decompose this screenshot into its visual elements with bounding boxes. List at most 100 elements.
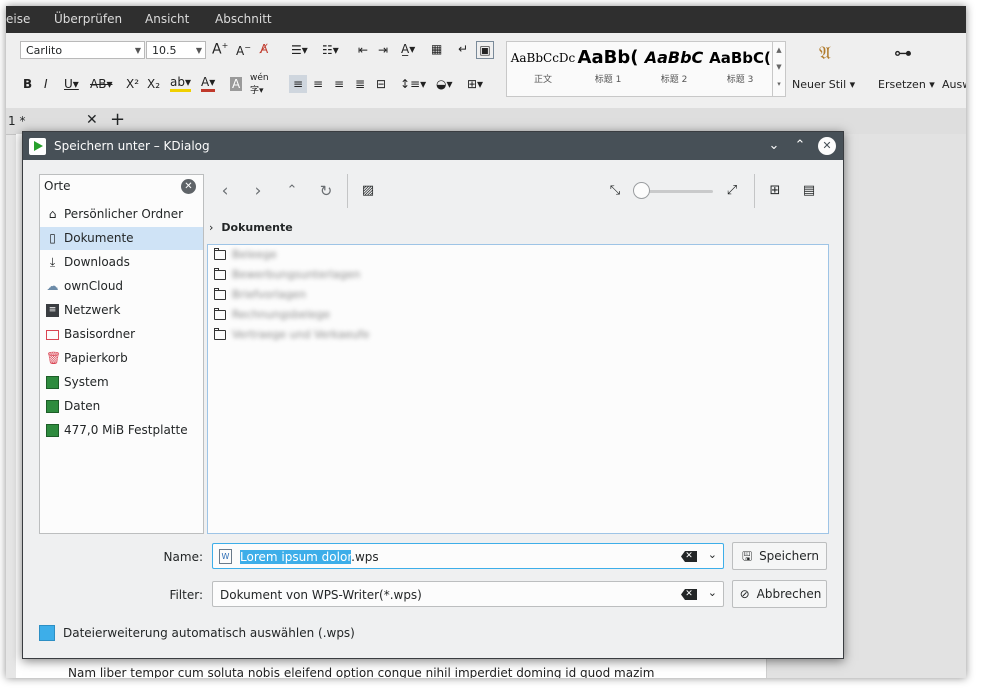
menu-item-review[interactable]: Überprüfen	[54, 12, 122, 26]
preview-icon[interactable]: ▨	[357, 180, 379, 202]
document-tab[interactable]: 1 *	[8, 114, 25, 128]
forward-icon[interactable]: ›	[247, 180, 269, 202]
clear-text-icon[interactable]: ✕	[681, 589, 697, 600]
breadcrumb-item[interactable]: Dokumente	[221, 221, 292, 234]
align-left-icon[interactable]: ≡	[289, 75, 307, 93]
cancel-button-label: Abbrechen	[756, 587, 822, 601]
style-heading-1[interactable]: AaBb( 标题 1	[577, 44, 639, 92]
close-tab-icon[interactable]: ✕	[86, 112, 98, 128]
align-justify-icon[interactable]: ≣	[355, 75, 365, 93]
new-style-button[interactable]: Neuer Stil ▾	[792, 78, 855, 91]
style-normal[interactable]: AaBbCcDc 正文	[510, 44, 576, 92]
place-network[interactable]: ≡ Netzwerk	[40, 299, 203, 322]
place-downloads[interactable]: ⤓ Downloads	[40, 251, 203, 274]
options-icon[interactable]: ▤	[798, 180, 820, 202]
minimize-icon[interactable]: ⌄	[765, 137, 783, 155]
font-name-combo[interactable]: Carlito ▼	[20, 41, 145, 59]
zoom-slider[interactable]	[633, 182, 713, 199]
phonetic-guide-icon[interactable]: wén 字▾	[250, 73, 269, 96]
menu-item-view[interactable]: Ansicht	[145, 12, 189, 26]
indent-icon[interactable]: ⇥	[378, 43, 388, 57]
superscript-icon[interactable]: X²	[126, 77, 139, 91]
place-label: Downloads	[64, 255, 130, 269]
save-button[interactable]: 🖫 Speichern	[732, 542, 827, 570]
auto-extension-checkbox[interactable]	[39, 625, 55, 641]
bullet-list-icon[interactable]: ☰▾	[291, 43, 308, 57]
chevron-down-icon[interactable]: ⌄	[708, 586, 717, 599]
paragraph-marks-icon[interactable]: ▣	[476, 41, 494, 59]
menu-item-partial[interactable]: eise	[6, 12, 30, 26]
table-icon[interactable]: ▦	[431, 42, 442, 56]
text-direction-icon[interactable]: A̲▾	[401, 42, 415, 56]
place-system[interactable]: System	[40, 371, 203, 394]
strikethrough-icon[interactable]: AB▾	[90, 77, 112, 91]
list-item[interactable]: Beleege	[212, 246, 512, 266]
grow-font-icon[interactable]: A+	[212, 41, 228, 58]
zoom-in-icon[interactable]: ⤢	[721, 180, 743, 202]
list-item[interactable]: Rechnungsbelege	[212, 306, 512, 326]
maximize-icon[interactable]: ⌃	[791, 137, 809, 155]
place-documents[interactable]: ▯ Dokumente	[40, 227, 203, 250]
zoom-slider-handle[interactable]	[633, 182, 650, 199]
numbered-list-icon[interactable]: ☷▾	[322, 43, 339, 57]
align-right-icon[interactable]: ≡	[334, 75, 344, 93]
back-icon[interactable]: ‹	[214, 180, 236, 202]
clear-format-icon[interactable]: A̸	[260, 42, 268, 56]
place-trash[interactable]: 🗑 Papierkorb	[40, 347, 203, 370]
cancel-button[interactable]: ⊘ Abbrechen	[732, 580, 827, 608]
font-size-combo[interactable]: 10.5 ▼	[146, 41, 206, 59]
list-item[interactable]: Briefvorlagen	[212, 286, 512, 306]
place-label: 477,0 MiB Festplatte	[64, 423, 188, 437]
drive-icon	[46, 376, 59, 389]
filename-field[interactable]: W Lorem ipsum dolor.wps ✕ ⌄	[212, 543, 724, 569]
font-size-value: 10.5	[152, 44, 177, 57]
style-sample: AaBbC	[644, 48, 704, 67]
replace-button[interactable]: Ersetzen ▾	[878, 78, 935, 91]
italic-icon[interactable]: I	[44, 77, 48, 91]
file-list[interactable]: Beleege Bewerbungsunterlagen Briefvorlag…	[207, 244, 829, 534]
close-icon[interactable]: ✕	[818, 137, 836, 155]
hide-places-icon[interactable]: ✕	[181, 179, 196, 194]
reload-icon[interactable]: ↻	[315, 180, 337, 202]
clear-text-icon[interactable]: ✕	[681, 551, 697, 562]
folder-icon	[214, 308, 226, 320]
styles-scroll-icon[interactable]: ▲ ▼ ▾	[772, 42, 785, 96]
menu-item-section[interactable]: Abschnitt	[215, 12, 272, 26]
list-item[interactable]: Bewerbungsunterlagen	[212, 266, 512, 286]
list-item[interactable]: Vertraege und Verkaeufe	[212, 326, 512, 346]
new-folder-icon[interactable]: ⊞	[764, 180, 786, 202]
style-heading-3[interactable]: AaBbC( 标题 3	[709, 44, 771, 92]
character-shading-icon[interactable]: A	[230, 77, 243, 91]
bold-icon[interactable]: B	[23, 77, 32, 91]
place-home[interactable]: ⌂ Persönlicher Ordner	[40, 203, 203, 226]
places-panel: Orte ✕ ⌂ Persönlicher Ordner ▯ Dokumente ⤓…	[39, 174, 204, 534]
filter-combo[interactable]: Dokument von WPS-Writer(*.wps) ✕ ⌄	[212, 581, 724, 607]
zoom-out-icon[interactable]: ⤡	[604, 180, 626, 202]
save-dialog: Speichern unter – KDialog ⌄ ⌃ ✕ Orte ✕ ⌂…	[22, 131, 844, 659]
distributed-icon[interactable]: ⊟	[376, 75, 386, 93]
formatting-toolbar: Carlito ▼ 10.5 ▼ A+ A− A̸ ☰▾ ☷▾ ⇤ ⇥ A̲▾ ▦ …	[6, 33, 966, 109]
line-break-icon[interactable]: ↵	[458, 42, 468, 56]
font-color-icon[interactable]: A▾	[201, 75, 216, 92]
breadcrumb[interactable]: › Dokumente	[209, 221, 293, 234]
line-spacing-icon[interactable]: ↕≡▾	[400, 75, 426, 93]
style-heading-2[interactable]: AaBbC 标题 2	[640, 44, 708, 92]
shrink-font-icon[interactable]: A−	[236, 43, 251, 58]
place-disk[interactable]: 477,0 MiB Festplatte	[40, 419, 203, 442]
align-center-icon[interactable]: ≡	[313, 75, 323, 93]
highlight-icon[interactable]: ab▾	[170, 75, 191, 92]
shading-icon[interactable]: ◒▾	[436, 75, 453, 93]
subscript-icon[interactable]: X₂	[147, 77, 160, 91]
font-name-value: Carlito	[26, 44, 63, 57]
new-tab-icon[interactable]: +	[110, 109, 125, 130]
place-root[interactable]: Basisordner	[40, 323, 203, 346]
underline-icon[interactable]: U▾	[64, 77, 79, 91]
borders-icon[interactable]: ⊞▾	[467, 75, 483, 93]
outdent-icon[interactable]: ⇤	[358, 43, 368, 57]
up-icon[interactable]: ⌃	[281, 180, 303, 202]
filter-value: Dokument von WPS-Writer(*.wps)	[220, 588, 422, 602]
select-button[interactable]: Ausw	[942, 78, 966, 91]
place-data[interactable]: Daten	[40, 395, 203, 418]
chevron-down-icon[interactable]: ⌄	[708, 548, 717, 561]
place-owncloud[interactable]: ☁ ownCloud	[40, 275, 203, 298]
